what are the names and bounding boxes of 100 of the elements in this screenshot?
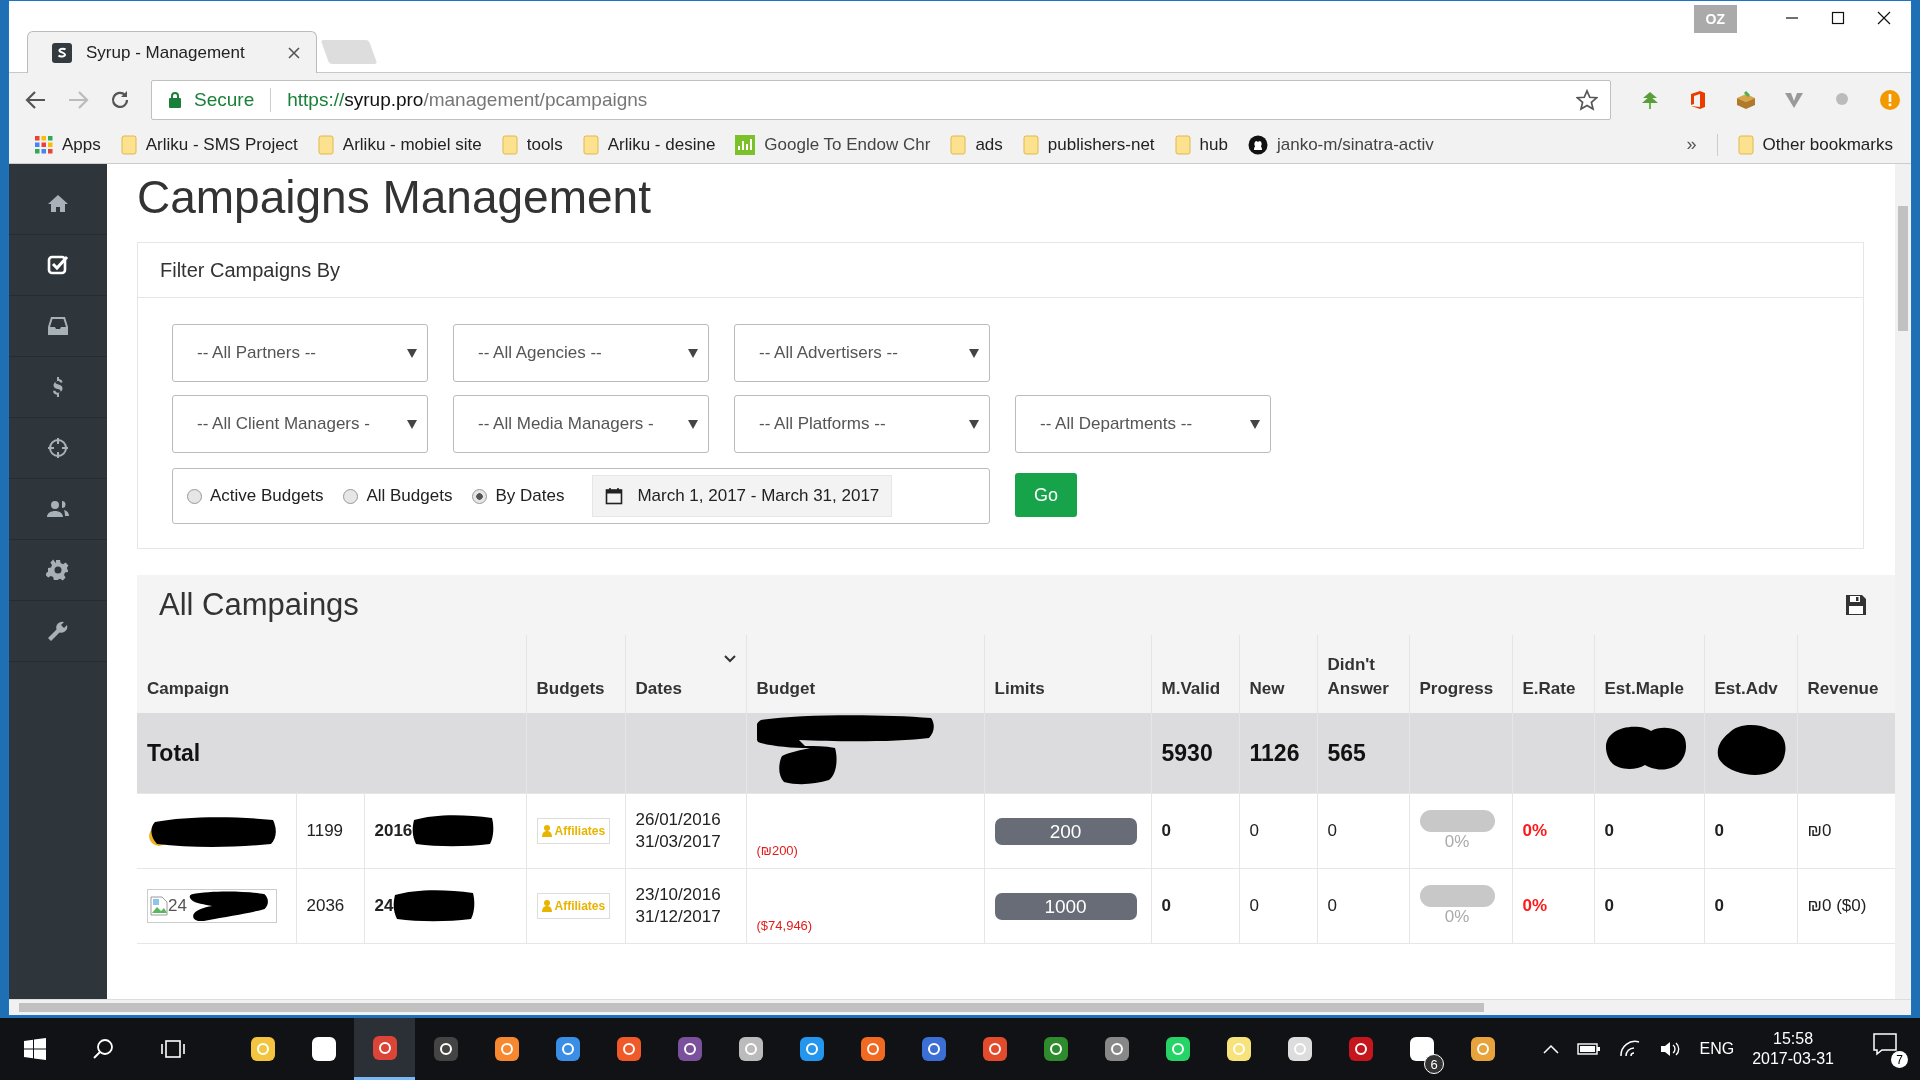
page-title: Campaigns Management — [137, 170, 652, 225]
chevron-up-icon[interactable] — [1543, 1043, 1560, 1055]
apps-grid-icon — [35, 135, 53, 154]
bookmark-item[interactable]: janko-m/sinatra-activ — [1247, 134, 1434, 155]
dropdown[interactable]: -- All Partners -- — [172, 324, 428, 382]
address-bar[interactable]: Secure https://syrup.pro/management/pcampaigns — [151, 79, 1611, 120]
column-header[interactable]: Limits — [984, 635, 1152, 713]
table-cell: 0 — [1151, 868, 1240, 944]
start-date: 23/10/2016 — [635, 885, 722, 905]
box-icon[interactable] — [1735, 88, 1757, 111]
table-cell: 0 — [1239, 868, 1318, 944]
table-cell: 0 — [1239, 793, 1318, 869]
column-header[interactable]: Revenue — [1797, 635, 1895, 713]
column-header[interactable]: Budget — [746, 635, 985, 713]
radio-label[interactable]: All Budgets — [366, 486, 453, 506]
column-header[interactable]: E.Rate — [1512, 635, 1595, 713]
search-icon[interactable] — [92, 1038, 114, 1060]
radio-option[interactable]: Active Budgets — [187, 486, 324, 506]
more-bookmarks-button[interactable]: » — [1686, 134, 1697, 155]
table-cell: 0% — [1512, 868, 1595, 944]
notifications-button[interactable]: 7 — [1872, 1032, 1906, 1066]
vertical-scrollbar[interactable] — [1895, 164, 1911, 999]
folder-icon — [950, 134, 967, 155]
radio-button[interactable] — [187, 488, 202, 504]
inbox-icon — [46, 314, 70, 338]
radio-option[interactable]: By Dates — [472, 486, 565, 506]
panel-title: All Campaings — [159, 587, 359, 623]
progress-label: 0% — [1444, 907, 1470, 927]
radio-button[interactable] — [343, 488, 359, 504]
sort-caret-icon[interactable] — [723, 655, 736, 663]
bookmark-item[interactable]: Apps — [35, 134, 101, 155]
radio-label[interactable]: By Dates — [495, 486, 565, 506]
start-icon[interactable] — [24, 1038, 46, 1060]
campaign-name[interactable]: 2016 — [374, 821, 413, 841]
start-date: 26/01/2016 — [635, 810, 722, 830]
volume-icon[interactable] — [1659, 1040, 1682, 1058]
column-header[interactable]: Campaign — [137, 635, 527, 713]
column-header[interactable]: Est.Adv — [1704, 635, 1798, 713]
end-date: 31/03/2017 — [635, 832, 722, 852]
horizontal-scrollbar[interactable] — [9, 999, 1911, 1015]
table-cell: 2036 — [296, 868, 364, 944]
close-icon[interactable] — [1877, 11, 1891, 25]
bookmark-star-icon[interactable] — [1576, 88, 1598, 111]
bookmark-item[interactable]: Google To Endow Chr — [735, 134, 931, 155]
gear-icon — [46, 558, 70, 582]
site-favicon-icon — [52, 42, 72, 63]
column-header[interactable]: Budgets — [526, 635, 626, 713]
folder-icon — [1174, 134, 1191, 155]
dropdown[interactable]: -- All Client Managers - — [172, 395, 428, 453]
column-header[interactable]: Didn't Answer — [1317, 635, 1410, 713]
bookmark-item[interactable]: tools — [501, 134, 563, 155]
column-header[interactable]: Progress — [1409, 635, 1513, 713]
bookmark-item[interactable]: publishers-net — [1022, 134, 1155, 155]
folder-icon — [317, 134, 334, 155]
bookmark-item[interactable]: Other bookmarks — [1737, 134, 1893, 155]
taskbar-button[interactable]: 6 — [1391, 1018, 1452, 1080]
dropdown[interactable]: -- All Platforms -- — [734, 395, 990, 453]
browser-tab[interactable]: Syrup - Management — [27, 31, 317, 73]
table-cell: 0% — [1512, 793, 1595, 869]
dropdown[interactable]: -- All Advertisers -- — [734, 324, 990, 382]
column-header[interactable]: M.Valid — [1151, 635, 1240, 713]
message-icon — [1872, 1032, 1898, 1056]
wifi-icon[interactable] — [1619, 1040, 1642, 1058]
limit-pill: 1000 — [994, 892, 1137, 920]
table-cell: 0 — [1317, 868, 1410, 944]
table-cell: 0 — [1704, 793, 1798, 869]
table-cell: 0 — [1594, 793, 1705, 869]
close-tab-icon[interactable] — [288, 46, 300, 59]
dropdown[interactable]: -- All Media Managers - — [453, 395, 709, 453]
checkbox-icon — [46, 253, 70, 277]
dropdown[interactable]: -- All Departments -- — [1015, 395, 1271, 453]
bookmark-item[interactable]: Arliku - SMS Project — [120, 134, 298, 155]
bookmark-item[interactable]: Arliku - mobiel site — [317, 134, 482, 155]
bookmark-item[interactable]: hub — [1174, 134, 1228, 155]
date-range-field[interactable]: March 1, 2017 - March 31, 2017 — [592, 475, 893, 517]
battery-icon[interactable] — [1577, 1042, 1602, 1056]
taskbar-button[interactable] — [354, 1018, 415, 1080]
person-icon — [541, 900, 552, 912]
wrench-icon — [46, 619, 70, 643]
column-header[interactable]: Dates — [625, 635, 747, 713]
bookmark-item[interactable]: Arliku - desine — [582, 134, 716, 155]
radio-button[interactable] — [472, 488, 488, 504]
radio-option[interactable]: All Budgets — [343, 486, 453, 506]
calendar-icon — [605, 487, 624, 505]
task-view-icon[interactable] — [160, 1038, 186, 1060]
campaign-name[interactable]: 24 — [374, 896, 394, 916]
column-header[interactable]: New — [1239, 635, 1318, 713]
folder-icon — [582, 134, 599, 155]
budget-amount: ($74,946) — [756, 918, 813, 933]
table-cell: 0 — [1151, 793, 1240, 869]
save-icon[interactable] — [1845, 594, 1867, 616]
bookmark-item[interactable]: ads — [950, 134, 1003, 155]
column-header[interactable]: Est.Maple — [1594, 635, 1705, 713]
maximize-icon[interactable] — [1831, 11, 1845, 25]
folder-icon — [1022, 134, 1039, 155]
clock[interactable]: 15:58 2017-03-31 — [1752, 1030, 1834, 1068]
dropdown[interactable]: -- All Agencies -- — [453, 324, 709, 382]
language-indicator[interactable]: ENG — [1699, 1040, 1735, 1058]
radio-label[interactable]: Active Budgets — [210, 486, 324, 506]
back-icon[interactable] — [25, 88, 47, 111]
